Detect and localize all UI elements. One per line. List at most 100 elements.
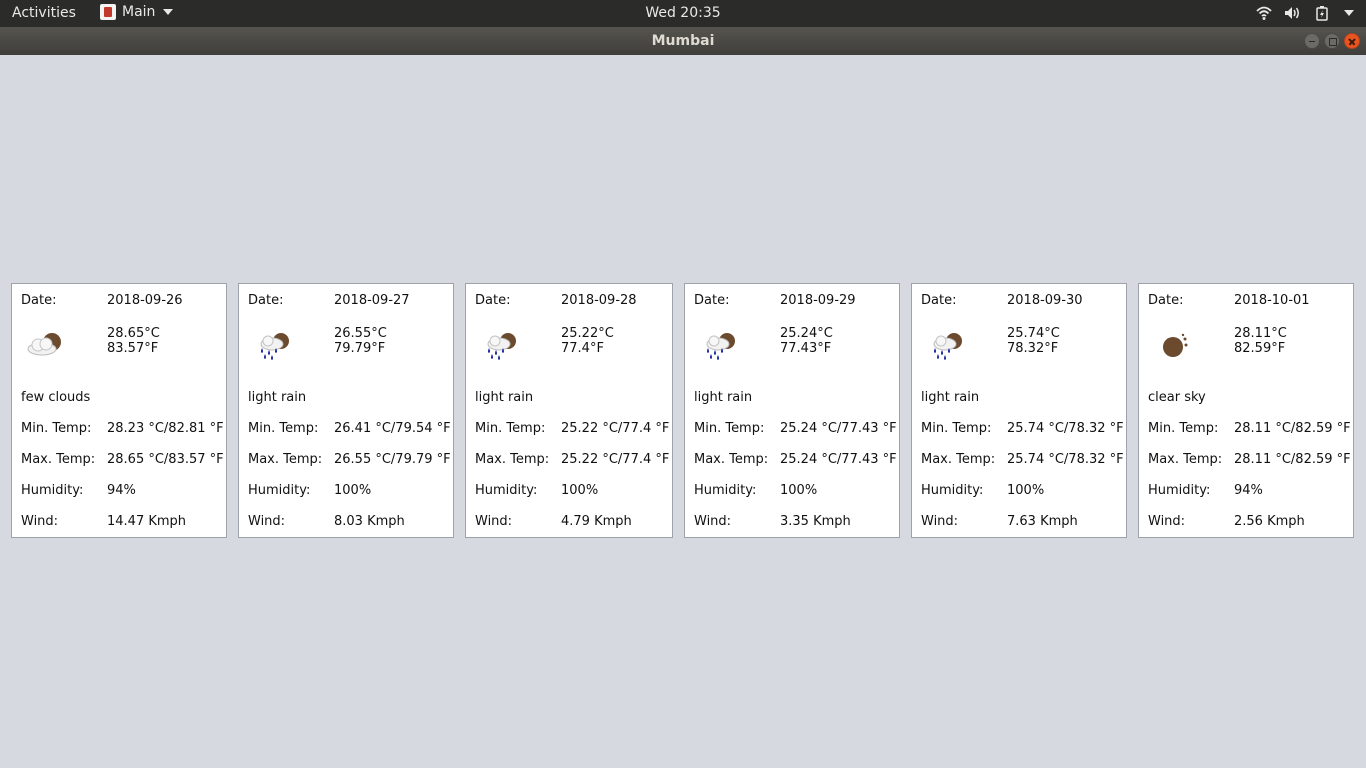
battery-icon[interactable] [1314,5,1330,21]
min-temp-label: Min. Temp: [1148,421,1219,436]
date-label: Date: [21,293,57,308]
forecast-card: Date: 2018-09-26 28.65°C 83.57°F few cloud… [11,283,227,538]
clock[interactable]: Wed 20:35 [0,5,1366,21]
max-temp-label: Max. Temp: [921,452,996,467]
min-temp-label: Min. Temp: [475,421,546,436]
temp-celsius: 25.22°C [561,326,614,341]
min-temp-value: 26.41 °C/79.54 °F [334,421,451,436]
temp-celsius: 26.55°C [334,326,387,341]
date-value: 2018-09-27 [334,293,410,308]
temp-celsius: 28.65°C [107,326,160,341]
date-value: 2018-09-26 [107,293,183,308]
volume-icon[interactable] [1284,5,1302,21]
humidity-label: Humidity: [1148,483,1211,498]
max-temp-value: 25.22 °C/77.4 °F [561,452,670,467]
date-label: Date: [1148,293,1184,308]
wind-label: Wind: [1148,514,1186,529]
wind-label: Wind: [694,514,732,529]
temp-celsius: 25.24°C [780,326,833,341]
temp-fahrenheit: 78.32°F [1007,341,1059,356]
light-rain-icon [933,333,962,360]
window-controls [1304,33,1360,49]
wind-value: 4.79 Kmph [561,514,632,529]
min-temp-label: Min. Temp: [248,421,319,436]
system-tray[interactable] [1256,5,1354,21]
forecast-panel: Date: 2018-09-26 28.65°C 83.57°F few cloud… [0,55,1366,768]
wind-value: 3.35 Kmph [780,514,851,529]
date-value: 2018-09-29 [780,293,856,308]
max-temp-value: 28.65 °C/83.57 °F [107,452,224,467]
minimize-button[interactable] [1304,33,1320,49]
forecast-card: Date: 2018-09-29 25.24°C 77.43°F light rai… [684,283,900,538]
top-bar: Activities Main Wed 20:35 [0,0,1366,27]
humidity-value: 100% [1007,483,1045,498]
window-title: Mumbai [651,33,715,49]
forecast-card: Date: 2018-09-27 26.55°C 79.79°F light rai… [238,283,454,538]
date-label: Date: [921,293,957,308]
temp-fahrenheit: 77.43°F [780,341,832,356]
light-rain-icon [706,333,735,360]
date-label: Date: [694,293,730,308]
temp-fahrenheit: 82.59°F [1234,341,1286,356]
weather-description: clear sky [1148,390,1206,405]
humidity-value: 100% [780,483,818,498]
wind-label: Wind: [21,514,59,529]
close-button[interactable] [1344,33,1360,49]
max-temp-value: 25.24 °C/77.43 °F [780,452,897,467]
min-temp-value: 25.24 °C/77.43 °F [780,421,897,436]
date-value: 2018-10-01 [1234,293,1310,308]
temp-celsius: 28.11°C [1234,326,1287,341]
wind-label: Wind: [921,514,959,529]
forecast-card: Date: 2018-09-30 25.74°C 78.32°F light rai… [911,283,1127,538]
min-temp-label: Min. Temp: [921,421,992,436]
temp-celsius: 25.74°C [1007,326,1060,341]
max-temp-value: 25.74 °C/78.32 °F [1007,452,1124,467]
humidity-label: Humidity: [475,483,538,498]
min-temp-value: 28.23 °C/82.81 °F [107,421,224,436]
max-temp-label: Max. Temp: [694,452,769,467]
min-temp-value: 25.74 °C/78.32 °F [1007,421,1124,436]
window-titlebar[interactable]: Mumbai [0,27,1366,55]
max-temp-label: Max. Temp: [248,452,323,467]
wifi-icon[interactable] [1256,5,1272,21]
date-label: Date: [475,293,511,308]
clear-sky-icon [1163,333,1188,357]
max-temp-value: 28.11 °C/82.59 °F [1234,452,1351,467]
humidity-value: 94% [107,483,136,498]
wind-value: 8.03 Kmph [334,514,405,529]
min-temp-label: Min. Temp: [21,421,92,436]
light-rain-icon [260,333,289,360]
humidity-label: Humidity: [694,483,757,498]
humidity-value: 94% [1234,483,1263,498]
system-menu-caret[interactable] [1344,10,1354,16]
weather-description: light rain [475,390,534,405]
weather-description: few clouds [21,390,91,405]
forecast-card: Date: 2018-09-28 25.22°C 77.4°F light rain… [465,283,673,538]
wind-value: 2.56 Kmph [1234,514,1305,529]
temp-fahrenheit: 79.79°F [334,341,386,356]
humidity-label: Humidity: [248,483,311,498]
light-rain-icon [487,333,516,360]
weather-description: light rain [921,390,980,405]
wind-value: 7.63 Kmph [1007,514,1078,529]
wind-value: 14.47 Kmph [107,514,187,529]
maximize-button[interactable] [1324,33,1340,49]
max-temp-label: Max. Temp: [1148,452,1223,467]
min-temp-value: 25.22 °C/77.4 °F [561,421,670,436]
max-temp-label: Max. Temp: [475,452,550,467]
date-label: Date: [248,293,284,308]
temp-fahrenheit: 83.57°F [107,341,159,356]
temp-fahrenheit: 77.4°F [561,341,604,356]
few-clouds-icon [27,333,61,356]
max-temp-value: 26.55 °C/79.79 °F [334,452,451,467]
wind-label: Wind: [475,514,513,529]
weather-description: light rain [694,390,753,405]
humidity-value: 100% [334,483,372,498]
date-value: 2018-09-28 [561,293,637,308]
min-temp-label: Min. Temp: [694,421,765,436]
date-value: 2018-09-30 [1007,293,1083,308]
weather-description: light rain [248,390,307,405]
wind-label: Wind: [248,514,286,529]
humidity-label: Humidity: [921,483,984,498]
humidity-label: Humidity: [21,483,84,498]
